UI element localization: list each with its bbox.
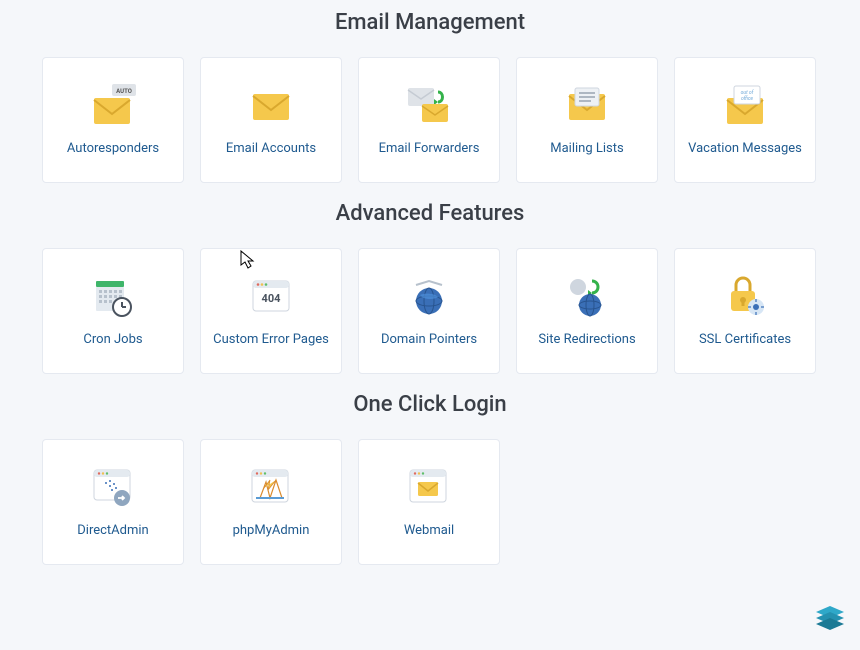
svg-text:office: office bbox=[741, 95, 753, 102]
site-redirections-icon bbox=[562, 274, 612, 320]
card-label: Email Accounts bbox=[226, 141, 316, 158]
card-label: Custom Error Pages bbox=[213, 332, 329, 349]
ssl-certificates-icon bbox=[720, 274, 770, 320]
card-ssl-certificates[interactable]: SSL Certificates bbox=[674, 248, 816, 374]
card-autoresponders[interactable]: AUTO Autoresponders bbox=[42, 57, 184, 183]
card-phpmyadmin[interactable]: phpMyAdmin bbox=[200, 439, 342, 565]
section-title-email-management: Email Management bbox=[0, 10, 860, 35]
svg-text:AUTO: AUTO bbox=[116, 88, 132, 95]
card-email-forwarders[interactable]: Email Forwarders bbox=[358, 57, 500, 183]
custom-error-pages-icon: 404 bbox=[246, 274, 296, 320]
card-label: Email Forwarders bbox=[379, 141, 480, 158]
card-domain-pointers[interactable]: Domain Pointers bbox=[358, 248, 500, 374]
directadmin-icon bbox=[88, 465, 138, 511]
section-title-one-click-login: One Click Login bbox=[0, 392, 860, 417]
autoresponders-icon: AUTO bbox=[88, 83, 138, 129]
card-label: Vacation Messages bbox=[688, 141, 802, 158]
webmail-icon bbox=[404, 465, 454, 511]
card-webmail[interactable]: Webmail bbox=[358, 439, 500, 565]
grid-one-click-login: DirectAdmin phpMyAdmin Webmail bbox=[0, 439, 860, 565]
email-accounts-icon bbox=[246, 83, 296, 129]
cron-jobs-icon bbox=[88, 274, 138, 320]
phpmyadmin-icon bbox=[246, 465, 296, 511]
card-label: Mailing Lists bbox=[550, 141, 623, 158]
card-custom-error-pages[interactable]: 404 Custom Error Pages bbox=[200, 248, 342, 374]
vacation-messages-icon: out of office bbox=[720, 83, 770, 129]
mailing-lists-icon bbox=[562, 83, 612, 129]
card-email-accounts[interactable]: Email Accounts bbox=[200, 57, 342, 183]
help-widget-icon[interactable] bbox=[808, 594, 852, 642]
card-label: Site Redirections bbox=[538, 332, 635, 349]
card-label: Cron Jobs bbox=[83, 332, 142, 349]
card-label: phpMyAdmin bbox=[233, 523, 310, 540]
card-mailing-lists[interactable]: Mailing Lists bbox=[516, 57, 658, 183]
card-site-redirections[interactable]: Site Redirections bbox=[516, 248, 658, 374]
domain-pointers-icon bbox=[404, 274, 454, 320]
grid-advanced-features: Cron Jobs 404 Custom Error Pages Domain … bbox=[0, 248, 860, 374]
card-label: Autoresponders bbox=[67, 141, 159, 158]
svg-text:404: 404 bbox=[262, 292, 282, 305]
card-label: DirectAdmin bbox=[77, 523, 148, 540]
card-vacation-messages[interactable]: out of office Vacation Messages bbox=[674, 57, 816, 183]
section-title-advanced-features: Advanced Features bbox=[0, 201, 860, 226]
card-label: SSL Certificates bbox=[699, 332, 791, 349]
card-label: Webmail bbox=[404, 523, 454, 540]
svg-text:out of: out of bbox=[741, 89, 755, 96]
email-forwarders-icon bbox=[404, 83, 454, 129]
card-directadmin[interactable]: DirectAdmin bbox=[42, 439, 184, 565]
card-label: Domain Pointers bbox=[381, 332, 477, 349]
card-cron-jobs[interactable]: Cron Jobs bbox=[42, 248, 184, 374]
grid-email-management: AUTO Autoresponders Email Accounts bbox=[0, 57, 860, 183]
